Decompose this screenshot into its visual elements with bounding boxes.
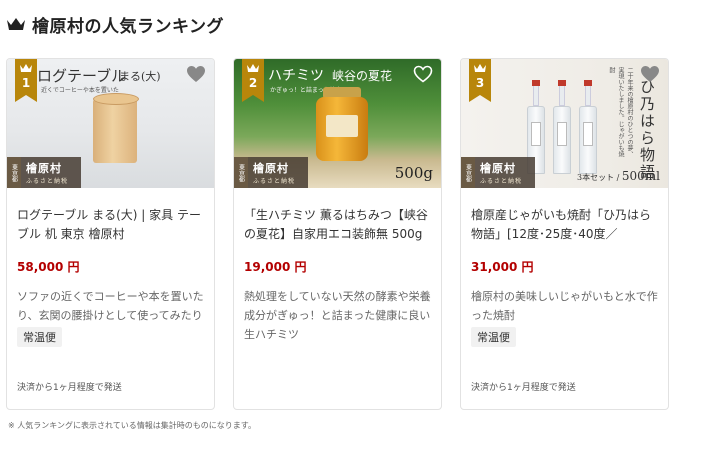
product-thumbnail[interactable]: ハチミツ 峡谷の夏花 かぎゅっ！と詰まった蜂蜜 500g 2 東京都 檜原村 ふ… xyxy=(234,59,441,188)
favorite-heart-icon[interactable] xyxy=(640,65,660,83)
product-description: ソファの近くでコーヒーや本を置いたり、玄関の腰掛けとして使ってみたり xyxy=(17,290,204,322)
village-name: 檜原村 xyxy=(253,162,289,175)
log-table-image xyxy=(93,93,139,163)
product-card-rank-1[interactable]: ログテーブル まる(大) 近くでコーヒーや本を置いた 1 東京都 檜原村 ふるさ… xyxy=(6,58,215,410)
product-name[interactable]: ログテーブル まる(大) | 家具 テーブル 机 東京 檜原村 xyxy=(17,206,204,246)
village-tag: 東京都 檜原村 ふるさと納税 xyxy=(461,157,535,188)
product-price: 58,000 円 xyxy=(17,260,80,274)
village-name: 檜原村 xyxy=(26,162,62,175)
village-seal: 東京都 xyxy=(461,157,475,188)
ranking-header: 檜原村の人気ランキング xyxy=(6,12,224,37)
product-description: 檜原村の美味しいじゃがいもと水で作った焼酎 xyxy=(471,290,658,322)
thumb-title: ハチミツ xyxy=(268,68,324,84)
ranking-footnote: ※ 人気ランキングに表示されている情報は集計時のものになります。 xyxy=(8,421,256,430)
product-card-rank-3[interactable]: 二十年来の檜原村のひとつの夢、実現いたしました。じゃがいも焼酎 ひ乃はら物語 3… xyxy=(460,58,669,410)
favorite-heart-icon[interactable] xyxy=(186,65,206,83)
village-sub: ふるさと納税 xyxy=(253,178,296,185)
thumb-title: ひ乃はら物語 xyxy=(638,79,656,181)
village-sub: ふるさと納税 xyxy=(480,178,523,185)
product-name[interactable]: 「生ハチミツ 薫るはちみつ【峡谷の夏花】自家用エコ装飾無 500g瓶」(大サ… xyxy=(244,206,431,246)
honey-jar-image xyxy=(316,87,368,161)
village-seal: 東京都 xyxy=(7,157,21,188)
rank-crown-icon xyxy=(247,64,259,72)
village-seal: 東京都 xyxy=(234,157,248,188)
product-thumbnail[interactable]: ログテーブル まる(大) 近くでコーヒーや本を置いた 1 東京都 檜原村 ふるさ… xyxy=(7,59,214,188)
shipping-badge: 常温便 xyxy=(17,327,62,347)
thumb-title: ログテーブル xyxy=(37,67,127,85)
village-tag: 東京都 檜原村 ふるさと納税 xyxy=(234,157,308,188)
crown-icon xyxy=(7,18,25,30)
product-price: 31,000 円 xyxy=(471,260,534,274)
rank-number: 1 xyxy=(21,76,31,90)
delivery-note: 決済から1ヶ月程度で発送 xyxy=(471,383,576,393)
product-weight: 500g xyxy=(394,164,433,182)
village-sub: ふるさと納税 xyxy=(26,178,69,185)
bottle-image xyxy=(579,80,597,174)
thumb-title-suffix: まる(大) xyxy=(119,70,161,83)
village-tag: 東京都 檜原村 ふるさと納税 xyxy=(7,157,81,188)
rank-crown-icon xyxy=(474,64,486,72)
ranking-title: 檜原村の人気ランキング xyxy=(32,16,224,37)
thumb-title-suffix: 峡谷の夏花 xyxy=(332,69,393,83)
product-price: 19,000 円 xyxy=(244,260,307,274)
rank-badge: 2 xyxy=(242,59,264,102)
shipping-badge: 常温便 xyxy=(471,327,516,347)
product-name[interactable]: 檜原産じゃがいも焼酎「ひ乃はら物語」[12度･25度･40度／500ml×3本]… xyxy=(471,206,658,246)
rank-badge: 3 xyxy=(469,59,491,102)
rank-crown-icon xyxy=(20,64,32,72)
rank-number: 3 xyxy=(475,76,485,90)
product-card-rank-2[interactable]: ハチミツ 峡谷の夏花 かぎゅっ！と詰まった蜂蜜 500g 2 東京都 檜原村 ふ… xyxy=(233,58,442,410)
set-count: 3本セット xyxy=(577,173,615,182)
set-volume: 500ml xyxy=(621,169,660,183)
rank-number: 2 xyxy=(248,76,258,90)
thumb-subtitle: 二十年来の檜原村のひとつの夢、実現いたしました。じゃがいも焼酎 xyxy=(608,67,633,157)
delivery-note: 決済から1ヶ月程度で発送 xyxy=(17,383,122,393)
favorite-heart-icon[interactable] xyxy=(413,65,433,83)
rank-badge: 1 xyxy=(15,59,37,102)
product-thumbnail[interactable]: 二十年来の檜原村のひとつの夢、実現いたしました。じゃがいも焼酎 ひ乃はら物語 3… xyxy=(461,59,668,188)
set-note: 3本セット / 500ml xyxy=(577,169,660,183)
product-description: 熱処理をしていない天然の酵素や栄養成分がぎゅっ！と詰まった健康に良い生ハチミツ xyxy=(244,290,431,341)
bottle-image xyxy=(553,80,571,174)
village-name: 檜原村 xyxy=(480,162,516,175)
